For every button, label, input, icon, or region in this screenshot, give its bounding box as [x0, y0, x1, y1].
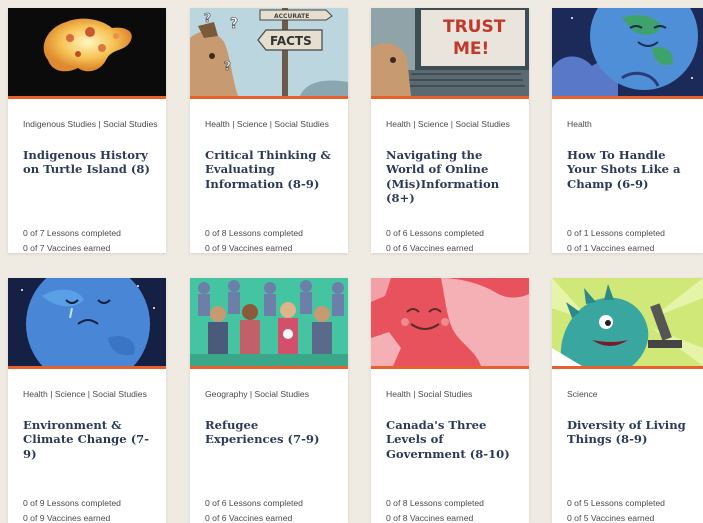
course-card[interactable]: TRUST ME! Health | Science | Social Stud… — [371, 8, 529, 253]
vaccines-progress: 0 of 8 Vaccines earned — [386, 513, 474, 523]
course-card[interactable]: Health | Social Studies Canada's Three L… — [371, 278, 529, 523]
turtle-island-icon — [8, 8, 166, 96]
course-title[interactable]: Critical Thinking & Evaluating Informati… — [205, 148, 340, 191]
smiling-map-icon — [371, 278, 529, 366]
crying-earth-icon — [8, 278, 166, 366]
card-accent-bar — [8, 366, 166, 369]
course-title[interactable]: Indigenous History on Turtle Island (8) — [23, 148, 158, 177]
course-card[interactable]: Health | Science | Social Studies Enviro… — [8, 278, 166, 523]
course-card[interactable]: Geography | Social Studies Refugee Exper… — [190, 278, 348, 523]
vaccines-progress: 0 of 6 Vaccines earned — [205, 513, 293, 523]
lessons-progress: 0 of 5 Lessons completed — [567, 498, 665, 508]
happy-earth-icon — [552, 8, 703, 96]
trust-text: TRUST — [443, 17, 506, 37]
vaccines-progress: 0 of 9 Vaccines earned — [205, 243, 293, 253]
course-subjects: Health — [567, 119, 592, 129]
course-grid: Indigenous Studies | Social Studies Indi… — [0, 0, 703, 523]
course-subjects: Health | Social Studies — [386, 389, 473, 399]
course-subjects: Geography | Social Studies — [205, 389, 309, 399]
lessons-progress: 0 of 1 Lessons completed — [567, 228, 665, 238]
lessons-progress: 0 of 6 Lessons completed — [386, 228, 484, 238]
course-subjects: Health | Science | Social Studies — [386, 119, 510, 129]
card-accent-bar — [371, 96, 529, 99]
card-accent-bar — [552, 366, 703, 369]
card-accent-bar — [190, 366, 348, 369]
course-title[interactable]: Diversity of Living Things (8-9) — [567, 418, 695, 447]
course-title[interactable]: Environment & Climate Change (7-9) — [23, 418, 158, 461]
vaccines-progress: 0 of 5 Vaccines earned — [567, 513, 655, 523]
svg-text:?: ? — [230, 16, 238, 32]
lessons-progress: 0 of 8 Lessons completed — [386, 498, 484, 508]
course-title[interactable]: Navigating the World of Online (Mis)Info… — [386, 148, 521, 206]
course-subjects: Health | Science | Social Studies — [23, 389, 147, 399]
card-accent-bar — [371, 366, 529, 369]
sign-top-text: ACCURATE — [274, 13, 309, 20]
lessons-progress: 0 of 6 Lessons completed — [205, 498, 303, 508]
course-card[interactable]: Health How To Handle Your Shots Like a C… — [552, 8, 703, 253]
course-subjects: Science — [567, 389, 598, 399]
vaccines-progress: 0 of 1 Vaccines earned — [567, 243, 655, 253]
laptop-trust-me-icon: TRUST ME! — [371, 8, 529, 96]
microscope-creature-icon — [552, 278, 703, 366]
vaccines-progress: 0 of 6 Vaccines earned — [386, 243, 474, 253]
svg-text:?: ? — [224, 59, 231, 73]
card-accent-bar — [190, 96, 348, 99]
course-card[interactable]: Science Diversity of Living Things (8-9)… — [552, 278, 703, 523]
me-text: ME! — [453, 39, 489, 59]
vaccines-progress: 0 of 7 Vaccines earned — [23, 243, 111, 253]
lessons-progress: 0 of 7 Lessons completed — [23, 228, 121, 238]
card-accent-bar — [8, 96, 166, 99]
course-subjects: Indigenous Studies | Social Studies — [23, 119, 158, 129]
lessons-progress: 0 of 9 Lessons completed — [23, 498, 121, 508]
course-title[interactable]: Canada's Three Levels of Government (8-1… — [386, 418, 521, 461]
course-title[interactable]: How To Handle Your Shots Like a Champ (6… — [567, 148, 695, 191]
vaccines-progress: 0 of 9 Vaccines earned — [23, 513, 111, 523]
lessons-progress: 0 of 8 Lessons completed — [205, 228, 303, 238]
svg-text:?: ? — [204, 11, 211, 25]
course-card[interactable]: Indigenous Studies | Social Studies Indi… — [8, 8, 166, 253]
facts-signpost-icon: ? ? ? ACCURATE FACTS — [190, 8, 348, 96]
crowd-of-people-icon — [190, 278, 348, 366]
course-card[interactable]: ? ? ? ACCURATE FACTS Health | Science | … — [190, 8, 348, 253]
course-subjects: Health | Science | Social Studies — [205, 119, 329, 129]
card-accent-bar — [552, 96, 703, 99]
sign-text: FACTS — [270, 34, 312, 48]
course-title[interactable]: Refugee Experiences (7-9) — [205, 418, 340, 447]
